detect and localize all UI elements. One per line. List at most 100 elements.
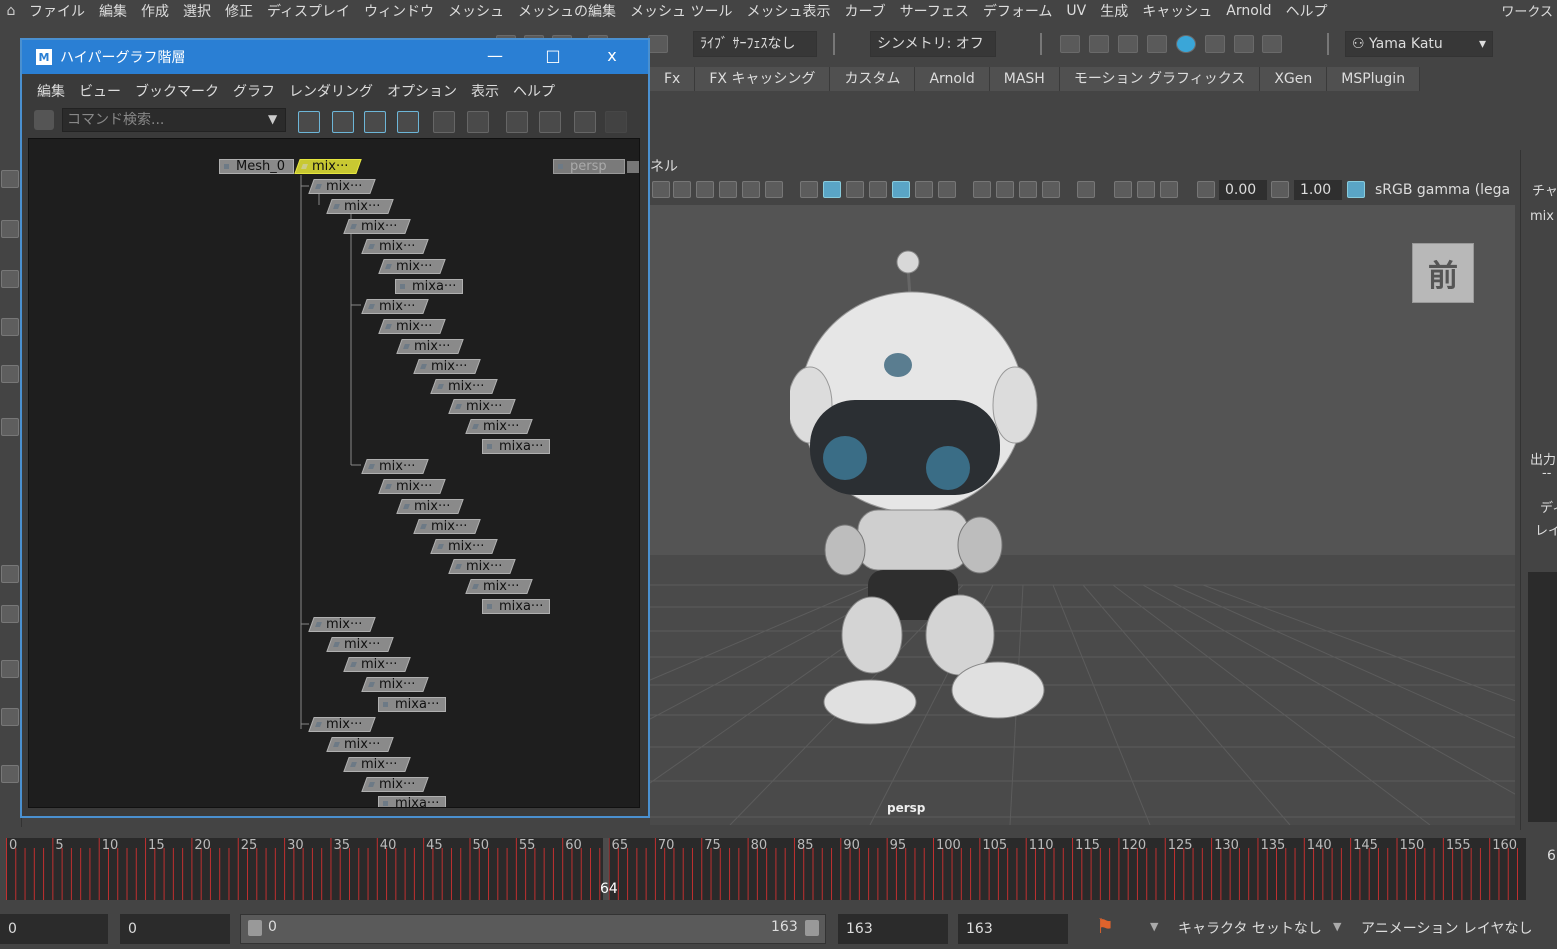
frame-branch-icon[interactable] <box>397 111 419 133</box>
close-button[interactable]: x <box>599 44 625 68</box>
shelf-tab-arnold[interactable]: Arnold <box>915 67 990 91</box>
menu-mesh-display[interactable]: メッシュ表示 <box>739 1 837 21</box>
hierarchy-node[interactable]: mix··· <box>361 239 429 254</box>
anim-layer-dropdown[interactable]: アニメーション レイヤなし <box>1353 914 1532 944</box>
hierarchy-node[interactable]: mix··· <box>343 757 411 772</box>
move-tool-icon[interactable] <box>1 318 19 336</box>
scale-tool-icon[interactable] <box>1 418 19 436</box>
hierarchy-node-leaf[interactable]: mixa··· <box>482 439 550 454</box>
view-cube[interactable]: 前 <box>1412 243 1474 303</box>
render-frame-icon[interactable] <box>1089 35 1109 53</box>
range-end-handle[interactable] <box>805 920 819 936</box>
menu-display[interactable]: ディスプレイ <box>260 1 357 21</box>
rotate-tool-icon[interactable] <box>1 365 19 383</box>
paint-select-icon[interactable] <box>1 270 19 288</box>
shelf-tab-custom[interactable]: カスタム <box>830 67 916 91</box>
grease-pencil-icon[interactable] <box>742 181 760 198</box>
display-layer-tab[interactable]: ディ <box>1540 497 1557 516</box>
hypergraph-titlebar[interactable]: M ハイパーグラフ階層 — □ x <box>22 40 648 74</box>
render-setup-icon[interactable] <box>1205 35 1225 53</box>
hierarchy-node[interactable]: mix··· <box>396 339 464 354</box>
hypergraph-canvas[interactable]: Mesh_0 mix··· persp mix··· mix··· mix···… <box>28 138 640 808</box>
playback-end-field[interactable]: 163 <box>838 914 948 944</box>
symmetry-dropdown[interactable]: シンメトリ: オフ <box>870 31 996 57</box>
range-start-handle[interactable] <box>248 920 262 936</box>
hg-menu-graph[interactable]: グラフ <box>226 81 282 101</box>
menu-select[interactable]: 選択 <box>176 1 218 21</box>
frame-all-icon[interactable] <box>298 111 320 133</box>
color-management-icon[interactable] <box>1347 181 1365 198</box>
menu-create[interactable]: 作成 <box>134 1 176 21</box>
hierarchy-node-mesh-root[interactable]: Mesh_0 <box>219 159 294 174</box>
chevron-down-icon[interactable]: ▼ <box>268 112 277 126</box>
hg-menu-help[interactable]: ヘルプ <box>506 81 562 101</box>
layout-two-icon[interactable] <box>1 660 19 678</box>
xray-icon[interactable] <box>1114 181 1132 198</box>
outliner-layout-icon[interactable] <box>1 708 19 726</box>
hierarchy-node[interactable]: mix··· <box>361 459 429 474</box>
user-account-button[interactable]: ⚇ Yama Katu ▾ <box>1345 31 1493 57</box>
hierarchy-node[interactable]: mix··· <box>430 539 498 554</box>
frame-selection-icon[interactable] <box>332 111 354 133</box>
shelf-tab-fx-caching[interactable]: FX キャッシング <box>695 67 831 91</box>
wireframe-icon[interactable] <box>800 181 818 198</box>
shelf-tab-mash[interactable]: MASH <box>989 67 1060 91</box>
wireframe-on-shaded-icon[interactable] <box>869 181 887 198</box>
textured-icon[interactable] <box>892 181 910 198</box>
undo-history-icon[interactable] <box>648 35 668 53</box>
menu-file[interactable]: ファイル <box>22 1 92 21</box>
xray-joints-icon[interactable] <box>1137 181 1155 198</box>
menu-edit-mesh[interactable]: メッシュの編集 <box>511 1 623 21</box>
character-set-dropdown[interactable]: キャラクタ セットなし <box>1170 914 1322 944</box>
anim-start-field[interactable]: 0 <box>0 914 108 944</box>
render-settings-icon[interactable] <box>1147 35 1167 53</box>
hierarchy-node[interactable]: mix··· <box>326 737 394 752</box>
2d-pan-icon[interactable] <box>719 181 737 198</box>
gamma-field[interactable]: 1.00 <box>1294 180 1342 200</box>
input-output-icon[interactable] <box>467 111 489 133</box>
hg-menu-bookmarks[interactable]: ブックマーク <box>128 81 226 101</box>
command-search-icon[interactable] <box>34 110 54 130</box>
hierarchy-node[interactable]: mix··· <box>396 499 464 514</box>
hg-menu-view[interactable]: ビュー <box>72 81 128 101</box>
shelf-tab-msplugin[interactable]: MSPlugin <box>1327 67 1421 91</box>
smooth-shade-icon[interactable] <box>823 181 841 198</box>
menu-modify[interactable]: 修正 <box>218 1 260 21</box>
hierarchy-node[interactable]: mix··· <box>465 579 533 594</box>
hierarchy-node[interactable]: mix··· <box>413 519 481 534</box>
panel-menu-label[interactable]: ネル <box>650 156 678 176</box>
shadows-icon[interactable] <box>938 181 956 198</box>
quick-layout-icon[interactable] <box>1 765 19 783</box>
menu-cache[interactable]: キャッシュ <box>1135 1 1219 21</box>
hierarchy-node[interactable]: mix··· <box>430 379 498 394</box>
hierarchy-node-selected[interactable]: mix··· <box>294 159 362 174</box>
shelf-tab-motion-graphics[interactable]: モーション グラフィックス <box>1059 67 1261 91</box>
ambient-occlusion-icon[interactable] <box>973 181 991 198</box>
lights-icon[interactable] <box>915 181 933 198</box>
persp-expand-icon[interactable] <box>627 161 639 173</box>
hierarchy-node-persp[interactable]: persp <box>553 159 625 174</box>
hierarchy-node[interactable]: mix··· <box>413 359 481 374</box>
hierarchy-node[interactable]: mix··· <box>448 399 516 414</box>
bookmark-icon[interactable] <box>673 181 691 198</box>
color-space-dropdown[interactable]: sRGB gamma (lega <box>1369 180 1519 200</box>
shelf-tab-fx[interactable]: Fx <box>650 67 696 91</box>
hierarchy-node[interactable]: mix··· <box>308 179 376 194</box>
pause-icon[interactable] <box>1262 35 1282 53</box>
render-view-icon[interactable] <box>1060 35 1080 53</box>
hierarchy-node[interactable]: mix··· <box>361 777 429 792</box>
menu-generate[interactable]: 生成 <box>1093 1 1135 21</box>
anim-end-field[interactable]: 163 <box>958 914 1068 944</box>
hg-menu-options[interactable]: オプション <box>380 81 464 101</box>
light-editor-icon[interactable] <box>1234 35 1254 53</box>
menu-mesh[interactable]: メッシュ <box>441 1 511 21</box>
frame-hierarchy-icon[interactable] <box>364 111 386 133</box>
ipr-render-icon[interactable] <box>1118 35 1138 53</box>
minimize-button[interactable]: — <box>482 44 508 68</box>
layout-four-icon[interactable] <box>1 605 19 623</box>
hierarchy-node[interactable]: mix··· <box>448 559 516 574</box>
menu-mesh-tools[interactable]: メッシュ ツール <box>623 1 739 21</box>
hierarchy-node[interactable]: mix··· <box>361 677 429 692</box>
shelf-tab-xgen[interactable]: XGen <box>1260 67 1328 91</box>
anti-aliasing-icon[interactable] <box>1019 181 1037 198</box>
